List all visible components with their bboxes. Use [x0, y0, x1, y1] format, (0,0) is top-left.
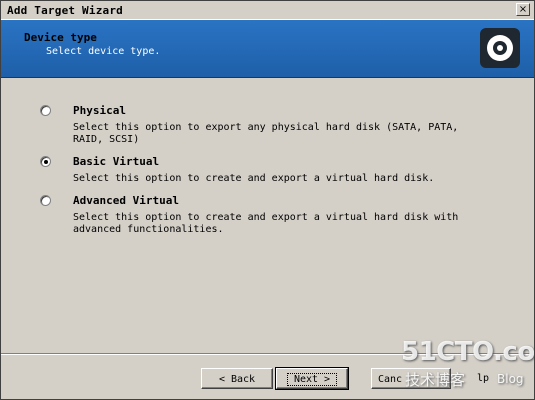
step-subtitle: Select device type.: [46, 46, 161, 57]
option-basic-virtual-description: Select this option to create and export …: [73, 173, 435, 184]
title-bar: Add Target Wizard ×: [1, 1, 534, 20]
wizard-header: Device type Select device type.: [1, 20, 534, 78]
back-button[interactable]: < Back: [201, 368, 273, 389]
option-physical-label: Physical: [73, 104, 126, 117]
next-button[interactable]: Next >: [275, 367, 349, 390]
watermark-blog-cn: 技术博客: [405, 371, 466, 389]
radio-advanced-virtual[interactable]: [40, 195, 51, 206]
option-basic-virtual-label: Basic Virtual: [73, 155, 160, 168]
window-title: Add Target Wizard: [7, 4, 123, 17]
radio-basic-virtual[interactable]: [40, 156, 51, 167]
option-advanced-virtual-description: Select this option to create and export …: [73, 212, 459, 235]
disk-target-icon: [480, 28, 520, 68]
help-button-partial[interactable]: lp: [477, 373, 489, 384]
step-title: Device type: [24, 31, 97, 44]
watermark-blog-en: Blog: [497, 372, 524, 386]
watermark-site: 51CTO.com: [401, 337, 535, 367]
close-icon: ×: [518, 4, 528, 15]
option-advanced-virtual-label: Advanced Virtual: [73, 194, 179, 207]
radio-physical[interactable]: [40, 105, 51, 116]
option-physical-description: Select this option to export any physica…: [73, 122, 459, 145]
close-button[interactable]: ×: [516, 3, 530, 16]
wizard-window: Add Target Wizard × Device type Select d…: [0, 0, 535, 400]
next-button-label: Next >: [286, 373, 338, 386]
